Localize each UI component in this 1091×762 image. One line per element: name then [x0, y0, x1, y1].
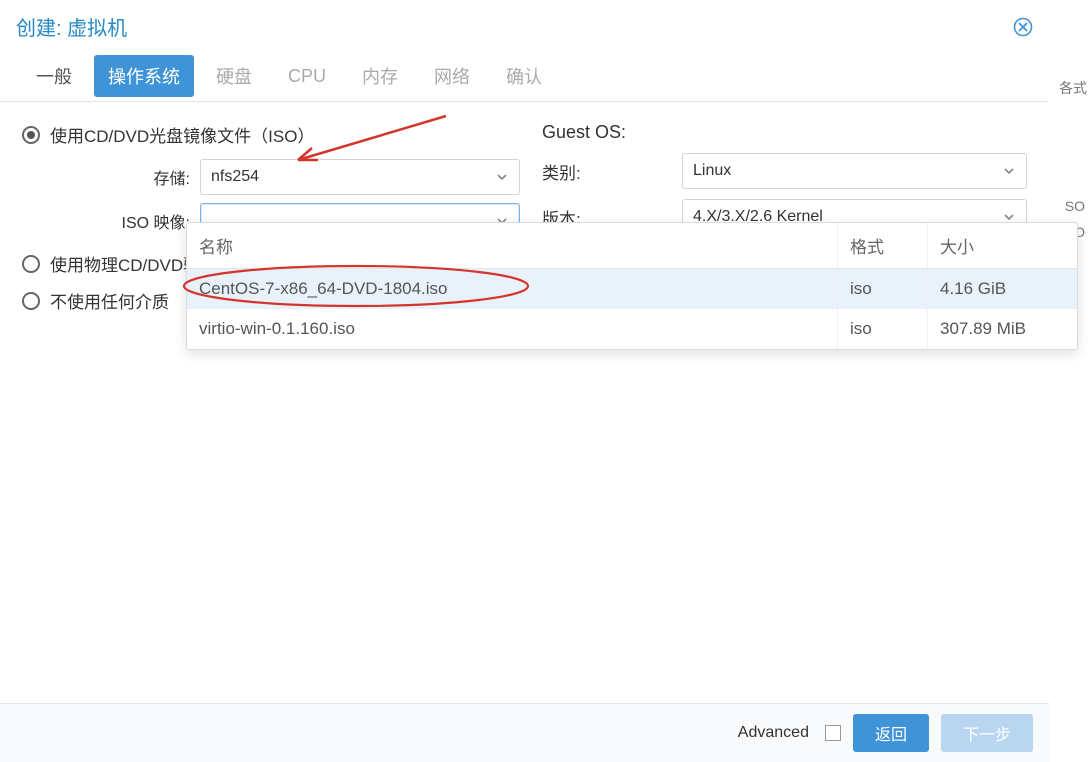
- dropdown-header: 名称 格式 大小: [187, 223, 1077, 269]
- dropdown-cell-size: 4.16 GiB: [927, 269, 1077, 309]
- create-vm-dialog: 创建: 虚拟机 一般 操作系统 硬盘 CPU 内存 网络 确认 使用CD/DVD…: [0, 0, 1049, 762]
- col-format: 格式: [837, 223, 927, 268]
- dialog-header: 创建: 虚拟机: [0, 0, 1049, 49]
- iso-label: ISO 映像:: [22, 209, 200, 233]
- back-button[interactable]: 返回: [853, 714, 929, 752]
- bg-text: 各式: [1059, 78, 1087, 98]
- iso-dropdown: 名称 格式 大小 CentOS-7-x86_64-DVD-1804.iso is…: [186, 222, 1078, 350]
- category-value: Linux: [693, 162, 1002, 180]
- chevron-down-icon: [1002, 164, 1016, 178]
- radio-use-none-label: 不使用任何介质: [50, 288, 169, 313]
- storage-value: nfs254: [211, 168, 495, 186]
- dropdown-cell-format: iso: [837, 309, 927, 349]
- tab-memory[interactable]: 内存: [348, 55, 412, 97]
- next-button[interactable]: 下一步: [941, 714, 1033, 752]
- col-name: 名称: [187, 223, 837, 268]
- dialog-title: 创建: 虚拟机: [16, 12, 127, 41]
- storage-field-row: 存储: nfs254: [22, 159, 522, 195]
- col-size: 大小: [927, 223, 1077, 268]
- dropdown-row[interactable]: virtio-win-0.1.160.iso iso 307.89 MiB: [187, 309, 1077, 349]
- tab-cpu[interactable]: CPU: [274, 58, 340, 95]
- chevron-down-icon: [495, 170, 509, 184]
- radio-use-iso-label: 使用CD/DVD光盘镜像文件（ISO）: [50, 122, 314, 147]
- guest-os-heading: Guest OS:: [542, 122, 1027, 143]
- dropdown-row[interactable]: CentOS-7-x86_64-DVD-1804.iso iso 4.16 Gi…: [187, 269, 1077, 309]
- category-label: 类别:: [542, 159, 682, 184]
- category-row: 类别: Linux: [542, 153, 1027, 189]
- dropdown-cell-name: CentOS-7-x86_64-DVD-1804.iso: [187, 269, 837, 309]
- tab-confirm[interactable]: 确认: [492, 55, 556, 97]
- dialog-footer: Advanced 返回 下一步: [0, 703, 1049, 762]
- radio-use-iso[interactable]: [22, 126, 40, 144]
- tab-general[interactable]: 一般: [22, 55, 86, 97]
- category-select[interactable]: Linux: [682, 153, 1027, 189]
- dropdown-cell-name: virtio-win-0.1.160.iso: [187, 309, 837, 349]
- tab-os[interactable]: 操作系统: [94, 55, 194, 97]
- tab-network[interactable]: 网络: [420, 55, 484, 97]
- storage-label: 存储:: [22, 165, 200, 189]
- storage-select[interactable]: nfs254: [200, 159, 520, 195]
- bg-text: SO: [1065, 198, 1085, 214]
- tab-disk[interactable]: 硬盘: [202, 55, 266, 97]
- dropdown-cell-format: iso: [837, 269, 927, 309]
- dropdown-cell-size: 307.89 MiB: [927, 309, 1077, 349]
- advanced-label: Advanced: [738, 724, 809, 742]
- dialog-body: 使用CD/DVD光盘镜像文件（ISO） 存储: nfs254 ISO 映像:: [0, 102, 1049, 702]
- advanced-checkbox[interactable]: [825, 725, 841, 741]
- radio-use-physical[interactable]: [22, 255, 40, 273]
- close-icon[interactable]: [1013, 17, 1033, 37]
- radio-use-iso-row: 使用CD/DVD光盘镜像文件（ISO）: [22, 122, 522, 147]
- wizard-tabs: 一般 操作系统 硬盘 CPU 内存 网络 确认: [0, 49, 1049, 97]
- radio-use-none[interactable]: [22, 292, 40, 310]
